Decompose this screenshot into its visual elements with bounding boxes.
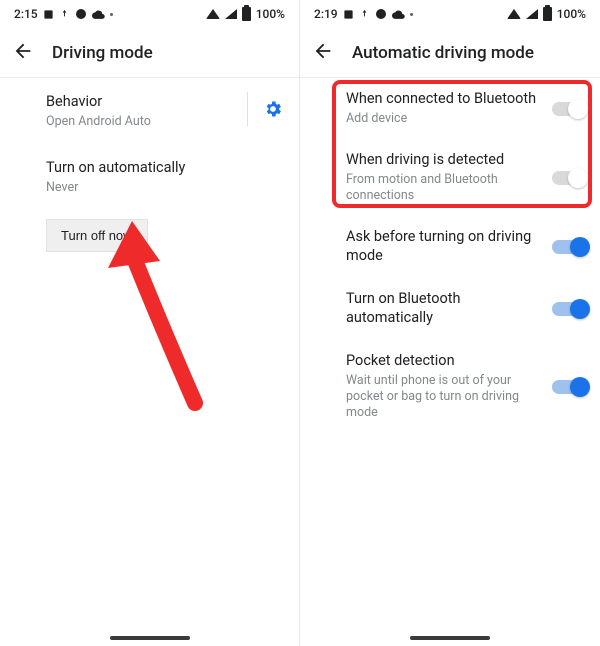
back-icon[interactable]: [12, 40, 34, 66]
behavior-subtitle: Open Android Auto: [46, 114, 247, 131]
row-title: When driving is detected: [346, 151, 544, 170]
nav-pill[interactable]: [110, 636, 190, 640]
row-behavior[interactable]: Behavior Open Android Auto: [0, 78, 299, 144]
battery-icon: [242, 7, 251, 21]
row-title: Ask before turning on driving mode: [346, 228, 544, 266]
auto-title: Turn on automatically: [46, 158, 283, 178]
row-pocket[interactable]: Pocket detection Wait until phone is out…: [300, 340, 600, 434]
status-time: 2:19: [314, 7, 338, 21]
turn-off-button[interactable]: Turn off now: [46, 219, 148, 252]
cloud-icon: [92, 9, 105, 19]
more-icon: [110, 13, 113, 16]
phone-left: 2:15 100% Driving mode: [0, 0, 300, 646]
row-turn-on-auto[interactable]: Turn on automatically Never: [0, 144, 299, 210]
row-subtitle: From motion and Bluetooth connections: [346, 172, 544, 205]
nav-pill[interactable]: [410, 636, 490, 640]
back-icon[interactable]: [312, 40, 334, 66]
row-ask-before[interactable]: Ask before turning on driving mode: [300, 216, 600, 278]
toggle-ask-before[interactable]: [552, 240, 586, 254]
toggle-bluetooth[interactable]: [552, 102, 586, 116]
row-title: Turn on Bluetooth automatically: [346, 290, 544, 328]
row-subtitle: Wait until phone is out of your pocket o…: [346, 373, 544, 422]
toggle-driving-detected[interactable]: [552, 171, 586, 185]
share-icon: [59, 9, 70, 20]
phone-right: 2:19 100% Automatic driving mode: [300, 0, 600, 646]
gear-icon[interactable]: [247, 92, 287, 126]
row-bt-auto[interactable]: Turn on Bluetooth automatically: [300, 278, 600, 340]
more-icon: [410, 13, 413, 16]
page-title: Automatic driving mode: [352, 43, 534, 63]
row-title: When connected to Bluetooth: [346, 90, 544, 109]
content-area: When connected to Bluetooth Add device W…: [300, 78, 600, 646]
battery-icon: [543, 7, 552, 21]
cloud-icon: [392, 9, 405, 19]
app-header: Driving mode: [0, 28, 299, 78]
toggle-bt-auto[interactable]: [552, 302, 586, 316]
share-icon: [359, 9, 370, 20]
status-bar: 2:19 100%: [300, 0, 600, 28]
row-title: Pocket detection: [346, 352, 544, 371]
notif-icon: [43, 9, 54, 20]
auto-subtitle: Never: [46, 180, 283, 197]
row-driving-detected[interactable]: When driving is detected From motion and…: [300, 139, 600, 216]
app-header: Automatic driving mode: [300, 28, 600, 78]
row-subtitle: Add device: [346, 111, 544, 127]
content-area: Behavior Open Android Auto Turn on autom…: [0, 78, 299, 646]
signal-icon: [526, 9, 538, 19]
behavior-title: Behavior: [46, 92, 247, 112]
wifi-icon: [507, 9, 521, 19]
wifi-icon: [206, 9, 220, 19]
notif-icon: [343, 9, 354, 20]
page-title: Driving mode: [52, 43, 153, 63]
battery-text: 100%: [256, 7, 285, 21]
battery-text: 100%: [557, 7, 586, 21]
toggle-pocket[interactable]: [552, 380, 586, 394]
signal-icon: [225, 9, 237, 19]
whatsapp-icon: [75, 8, 87, 20]
status-bar: 2:15 100%: [0, 0, 299, 28]
whatsapp-icon: [375, 8, 387, 20]
row-bluetooth[interactable]: When connected to Bluetooth Add device: [300, 78, 600, 139]
status-time: 2:15: [14, 7, 38, 21]
